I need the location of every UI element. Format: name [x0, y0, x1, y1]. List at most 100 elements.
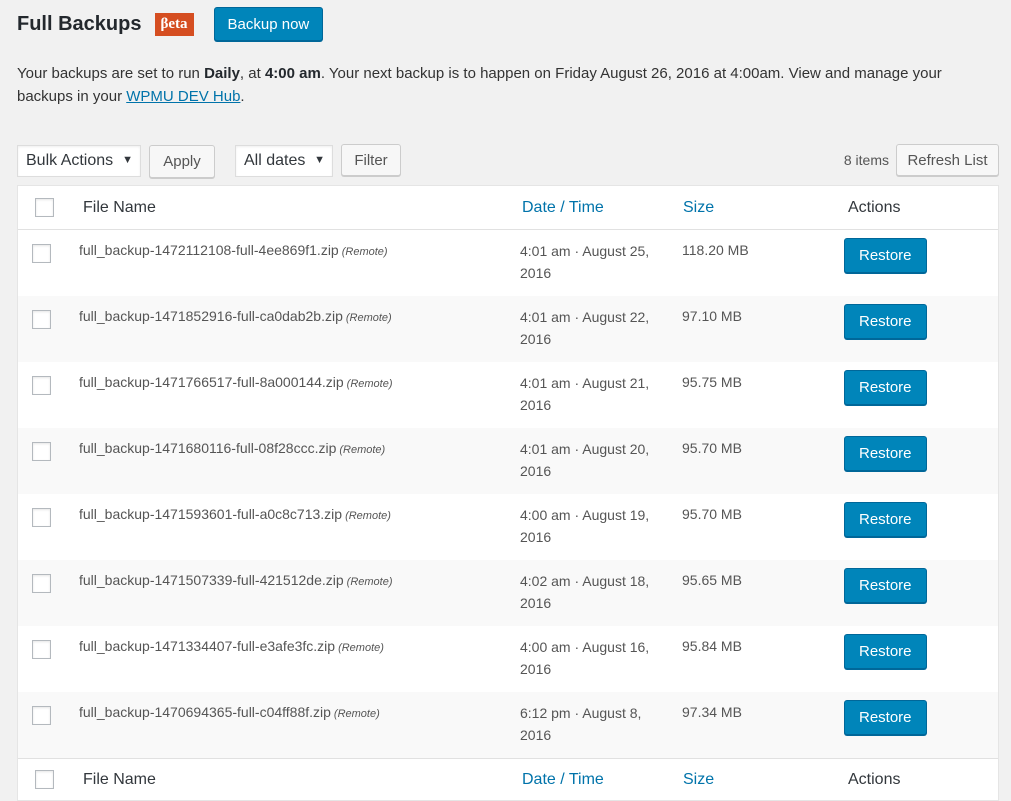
backup-date-line1: 4:01 am · August 20,	[520, 441, 650, 457]
backup-date: 4:00 am · August 16, 2016	[520, 636, 670, 680]
backup-date: 4:01 am · August 20, 2016	[520, 438, 670, 482]
caret-down-icon: ▼	[122, 154, 133, 166]
restore-button[interactable]: Restore	[844, 370, 927, 405]
dates-filter-select[interactable]: All dates ▼	[235, 145, 333, 177]
backup-date-line2: 2016	[520, 595, 552, 611]
restore-button[interactable]: Restore	[844, 700, 927, 735]
row-checkbox[interactable]	[32, 508, 51, 527]
remote-tag: (Remote)	[345, 510, 391, 522]
column-date-time[interactable]: Date / Time	[522, 199, 604, 217]
column-size[interactable]: Size	[683, 199, 714, 217]
restore-button[interactable]: Restore	[844, 304, 927, 339]
backup-date-line2: 2016	[520, 529, 552, 545]
backup-size: 95.70 MB	[682, 506, 742, 522]
table-footer: File Name Date / Time Size Actions	[18, 758, 998, 800]
row-checkbox[interactable]	[32, 574, 51, 593]
table-row: full_backup-1471334407-full-e3afe3fc.zip…	[18, 626, 998, 692]
backup-date-line2: 2016	[520, 397, 552, 413]
file-name: full_backup-1471507339-full-421512de.zip…	[79, 572, 393, 588]
backup-date: 6:12 pm · August 8, 2016	[520, 702, 670, 746]
file-name: full_backup-1471593601-full-a0c8c713.zip…	[79, 506, 391, 522]
select-all-checkbox[interactable]	[35, 198, 54, 217]
backup-now-button[interactable]: Backup now	[213, 7, 324, 41]
table-row: full_backup-1471593601-full-a0c8c713.zip…	[18, 494, 998, 560]
file-name: full_backup-1472112108-full-4ee869f1.zip…	[79, 242, 388, 258]
backup-date: 4:01 am · August 25, 2016	[520, 240, 670, 284]
remote-tag: (Remote)	[346, 378, 393, 390]
desc-frequency: Daily	[204, 65, 240, 82]
row-checkbox[interactable]	[32, 376, 51, 395]
file-name-text: full_backup-1471852916-full-ca0dab2b.zip	[79, 308, 343, 324]
backup-date-line2: 2016	[520, 463, 552, 479]
backup-date: 4:01 am · August 21, 2016	[520, 372, 670, 416]
row-checkbox[interactable]	[32, 442, 51, 461]
file-name-text: full_backup-1472112108-full-4ee869f1.zip	[79, 242, 339, 258]
page-header: Full Backups βeta Backup now	[17, 7, 324, 41]
restore-button[interactable]: Restore	[844, 436, 927, 471]
select-all-checkbox[interactable]	[35, 770, 54, 789]
remote-tag: (Remote)	[345, 312, 392, 324]
column-date-time[interactable]: Date / Time	[522, 771, 604, 789]
restore-button[interactable]: Restore	[844, 634, 927, 669]
backup-date-line1: 4:00 am · August 19,	[520, 507, 650, 523]
backup-date-line1: 4:01 am · August 22,	[520, 309, 650, 325]
wpmu-dev-hub-link[interactable]: WPMU DEV Hub	[126, 88, 240, 105]
page-title: Full Backups	[17, 12, 142, 35]
column-actions: Actions	[848, 198, 901, 216]
apply-button[interactable]: Apply	[149, 145, 215, 178]
row-checkbox[interactable]	[32, 706, 51, 725]
file-name-text: full_backup-1471507339-full-421512de.zip	[79, 572, 344, 588]
backup-date-line1: 4:00 am · August 16,	[520, 639, 650, 655]
table-body: full_backup-1472112108-full-4ee869f1.zip…	[18, 230, 998, 758]
column-size[interactable]: Size	[683, 771, 714, 789]
restore-button[interactable]: Restore	[844, 238, 927, 273]
backup-date-line1: 4:02 am · August 18,	[520, 573, 650, 589]
column-file-name: File Name	[83, 198, 156, 216]
refresh-list-button[interactable]: Refresh List	[896, 144, 999, 176]
table-row: full_backup-1471680116-full-08f28ccc.zip…	[18, 428, 998, 494]
table-row: full_backup-1472112108-full-4ee869f1.zip…	[18, 230, 998, 296]
items-count: 8 items	[843, 152, 889, 168]
row-checkbox[interactable]	[32, 640, 51, 659]
column-actions: Actions	[848, 770, 901, 788]
backup-date: 4:02 am · August 18, 2016	[520, 570, 670, 614]
dates-filter-value: All dates	[244, 152, 306, 169]
table-row: full_backup-1471507339-full-421512de.zip…	[18, 560, 998, 626]
table-row: full_backup-1471766517-full-8a000144.zip…	[18, 362, 998, 428]
file-name: full_backup-1471852916-full-ca0dab2b.zip…	[79, 308, 392, 324]
file-name: full_backup-1471334407-full-e3afe3fc.zip…	[79, 638, 384, 654]
restore-button[interactable]: Restore	[844, 502, 927, 537]
table-row: full_backup-1471852916-full-ca0dab2b.zip…	[18, 296, 998, 362]
remote-tag: (Remote)	[333, 708, 380, 720]
backup-size: 97.10 MB	[682, 308, 742, 324]
filter-button[interactable]: Filter	[341, 144, 401, 176]
remote-tag: (Remote)	[338, 642, 384, 654]
backup-size: 118.20 MB	[682, 242, 749, 258]
table-header: File Name Date / Time Size Actions	[18, 186, 998, 230]
file-name-text: full_backup-1471593601-full-a0c8c713.zip	[79, 506, 343, 522]
backup-date-line2: 2016	[520, 661, 552, 677]
backup-size: 97.34 MB	[682, 704, 742, 720]
remote-tag: (Remote)	[341, 246, 388, 258]
file-name: full_backup-1471766517-full-8a000144.zip…	[79, 374, 393, 390]
row-checkbox[interactable]	[32, 244, 51, 263]
backup-size: 95.84 MB	[682, 638, 742, 654]
remote-tag: (Remote)	[339, 444, 386, 456]
backup-date-line1: 4:01 am · August 25,	[520, 243, 650, 259]
file-name-text: full_backup-1470694365-full-c04ff88f.zip	[79, 704, 331, 720]
backup-date-line2: 2016	[520, 727, 552, 743]
file-name-text: full_backup-1471766517-full-8a000144.zip	[79, 374, 344, 390]
desc-text-2: , at	[239, 65, 265, 82]
file-name-text: full_backup-1471680116-full-08f28ccc.zip	[79, 440, 337, 456]
backup-size: 95.70 MB	[682, 440, 742, 456]
file-name-text: full_backup-1471334407-full-e3afe3fc.zip	[79, 638, 336, 654]
backups-table: File Name Date / Time Size Actions full_…	[17, 185, 999, 801]
file-name: full_backup-1471680116-full-08f28ccc.zip…	[79, 440, 385, 456]
desc-text-1: Your backups are set to run	[17, 65, 205, 82]
table-row: full_backup-1470694365-full-c04ff88f.zip…	[18, 692, 998, 758]
bulk-actions-select[interactable]: Bulk Actions ▼	[17, 145, 141, 177]
backup-size: 95.65 MB	[682, 572, 742, 588]
restore-button[interactable]: Restore	[844, 568, 927, 603]
row-checkbox[interactable]	[32, 310, 51, 329]
file-name: full_backup-1470694365-full-c04ff88f.zip…	[79, 704, 380, 720]
